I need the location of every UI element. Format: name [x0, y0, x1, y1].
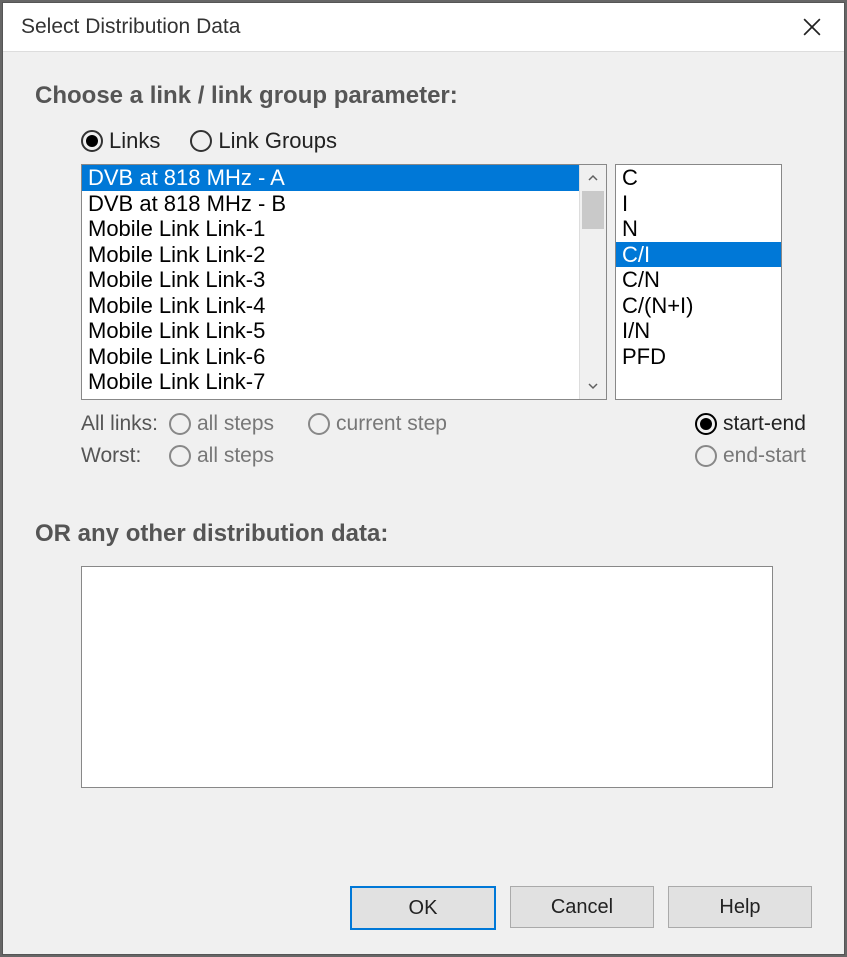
ok-button[interactable]: OK [350, 886, 496, 930]
scrollbar-thumb[interactable] [582, 191, 604, 229]
radio-end-start[interactable]: end-start [695, 444, 806, 468]
scroll-up-button[interactable] [580, 165, 606, 191]
choose-section-title: Choose a link / link group parameter: [35, 82, 812, 110]
radio-links-label: Links [109, 128, 160, 154]
all-links-label: All links: [81, 412, 169, 436]
scrollbar[interactable] [579, 165, 606, 399]
or-section-title: OR any other distribution data: [35, 520, 812, 548]
worst-label: Worst: [81, 444, 169, 468]
cancel-button[interactable]: Cancel [510, 886, 654, 928]
chevron-up-icon [588, 173, 598, 183]
list-item[interactable]: Mobile Link Link-7 [82, 369, 579, 395]
list-item[interactable]: C/(N+I) [616, 293, 781, 319]
titlebar: Select Distribution Data [3, 3, 844, 52]
radio-links[interactable]: Links [81, 128, 160, 154]
radio-start-end[interactable]: start-end [695, 412, 806, 436]
list-item[interactable]: Mobile Link Link-5 [82, 318, 579, 344]
lists-row: DVB at 818 MHz - ADVB at 818 MHz - BMobi… [81, 164, 812, 400]
all-links-filter-row: All links: all steps current step start-… [81, 412, 812, 436]
list-item[interactable]: DVB at 818 MHz - B [82, 191, 579, 217]
dialog-window: Select Distribution Data Choose a link /… [2, 2, 845, 955]
list-item[interactable]: C [616, 165, 781, 191]
list-item[interactable]: Mobile Link Link-1 [82, 216, 579, 242]
worst-filter-row: Worst: all steps end-start [81, 444, 812, 468]
chevron-down-icon [588, 381, 598, 391]
list-item[interactable]: Mobile Link Link-6 [82, 344, 579, 370]
list-item[interactable]: Mobile Link Link-3 [82, 267, 579, 293]
button-row: OK Cancel Help [350, 886, 812, 930]
scroll-down-button[interactable] [580, 373, 606, 399]
parameter-listbox[interactable]: CINC/IC/NC/(N+I)I/NPFD [615, 164, 782, 400]
list-item[interactable]: I [616, 191, 781, 217]
list-item[interactable]: N [616, 216, 781, 242]
link-listbox[interactable]: DVB at 818 MHz - ADVB at 818 MHz - BMobi… [81, 164, 607, 400]
mode-radio-group: Links Link Groups [81, 128, 812, 154]
help-button[interactable]: Help [668, 886, 812, 928]
radio-link-groups-label: Link Groups [218, 128, 337, 154]
list-item[interactable]: PFD [616, 344, 781, 370]
list-item[interactable]: Mobile Link Link-2 [82, 242, 579, 268]
radio-all-steps-worst[interactable]: all steps [169, 444, 274, 468]
radio-current-step[interactable]: current step [308, 412, 447, 436]
list-item[interactable]: C/N [616, 267, 781, 293]
list-item[interactable]: I/N [616, 318, 781, 344]
other-distribution-textbox[interactable] [81, 566, 773, 788]
list-item[interactable]: Mobile Link Link-8 [82, 395, 579, 399]
list-item[interactable]: DVB at 818 MHz - A [82, 165, 579, 191]
radio-link-groups[interactable]: Link Groups [190, 128, 337, 154]
radio-all-steps-alllinks[interactable]: all steps [169, 412, 274, 436]
close-button[interactable] [792, 7, 832, 47]
list-item[interactable]: C/I [616, 242, 781, 268]
client-area: Choose a link / link group parameter: Li… [3, 52, 844, 954]
window-title: Select Distribution Data [21, 15, 240, 39]
list-item[interactable]: Mobile Link Link-4 [82, 293, 579, 319]
close-icon [803, 18, 821, 36]
scrollbar-track[interactable] [580, 191, 606, 373]
